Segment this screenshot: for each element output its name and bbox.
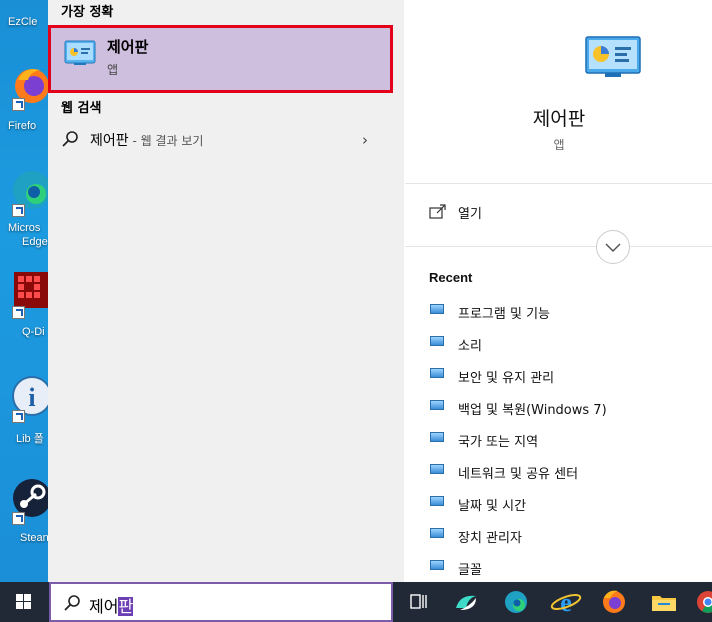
control-panel-small-icon: [430, 336, 444, 346]
desktop-icon-firefox[interactable]: Firefo: [0, 62, 48, 152]
desktop-icon-lib-folder[interactable]: i Lib 폴: [0, 374, 48, 464]
web-search-heading: 웹 검색: [61, 101, 102, 116]
search-icon: [64, 595, 80, 611]
shortcut-arrow-icon: [12, 512, 25, 525]
control-panel-icon: [64, 40, 96, 65]
start-button[interactable]: [0, 582, 48, 622]
recent-item-label: 프로그램 및 기능: [458, 307, 550, 322]
taskbar-file-explorer[interactable]: [644, 586, 684, 618]
recent-item[interactable]: 날짜 및 시간: [429, 492, 699, 514]
control-panel-small-icon: [430, 560, 444, 570]
expand-button[interactable]: [596, 230, 630, 264]
desktop-icon-steam[interactable]: Stean: [0, 476, 48, 566]
recent-item[interactable]: 국가 또는 지역: [429, 428, 699, 450]
svg-text:e: e: [560, 588, 572, 617]
edge-icon: [505, 591, 527, 613]
best-match-type: 앱: [107, 63, 119, 77]
search-results-panel: 가장 정확 제어판 앱 웹 검색 제어판 - 웹 결과 보기 ›: [48, 0, 404, 582]
detail-panel: 제어판 앱 열기 Recent 프로그램 및 기능 소리 보안 및 유지 관리 …: [405, 0, 712, 582]
control-panel-small-icon: [430, 304, 444, 314]
open-icon: [429, 204, 446, 219]
search-icon: [62, 131, 78, 147]
recent-item[interactable]: 네트워크 및 공유 센터: [429, 460, 699, 482]
taskbar-chrome[interactable]: [692, 586, 712, 618]
control-panel-small-icon: [430, 432, 444, 442]
recent-item-label: 백업 및 복원(Windows 7): [458, 403, 607, 418]
chevron-down-icon: [605, 243, 621, 253]
desktop-icon-label: Stean: [20, 532, 48, 544]
taskbar-edge[interactable]: [496, 586, 536, 618]
shortcut-arrow-icon: [12, 98, 25, 111]
divider: [405, 183, 712, 184]
recent-item-label: 글꼴: [458, 563, 482, 578]
desktop-icon-label: Lib 폴: [16, 433, 44, 445]
control-panel-small-icon: [430, 400, 444, 410]
control-panel-small-icon: [430, 368, 444, 378]
desktop-icon-edge[interactable]: Micros Edge: [0, 168, 48, 258]
firefox-icon: [603, 590, 625, 613]
recent-item-label: 국가 또는 지역: [458, 435, 539, 450]
search-box[interactable]: 제어판: [49, 582, 393, 622]
file-explorer-icon: [652, 596, 676, 611]
recent-item-label: 소리: [458, 339, 482, 354]
recent-heading: Recent: [429, 270, 473, 285]
search-composing-text: 판: [118, 597, 134, 616]
web-query-hint: - 웹 결과 보기: [128, 134, 204, 148]
taskbar-ie[interactable]: e: [546, 586, 586, 618]
desktop-icon-label: Firefo: [8, 120, 37, 132]
control-panel-large-icon: [585, 36, 641, 77]
control-panel-small-icon: [430, 528, 444, 538]
desktop-icon-label: Micros: [8, 222, 41, 234]
shortcut-arrow-icon: [12, 204, 25, 217]
search-input[interactable]: 제어판: [89, 593, 134, 617]
desktop-icon-label: Q-Di: [22, 326, 45, 338]
search-typed-text: 제어: [89, 597, 119, 616]
open-action[interactable]: 열기: [429, 200, 689, 224]
control-panel-small-icon: [430, 496, 444, 506]
control-panel-small-icon: [430, 464, 444, 474]
desktop-icon-q-dir[interactable]: Q-Di: [0, 270, 48, 360]
desktop-icon-label: EzCle: [8, 16, 38, 28]
shortcut-arrow-icon: [12, 306, 25, 319]
web-search-query: 제어판 - 웹 결과 보기: [90, 130, 203, 150]
recent-item-label: 네트워크 및 공유 센터: [458, 467, 579, 482]
task-view-icon: [410, 594, 427, 609]
desktop-icon-ezcleaner[interactable]: EzCle: [0, 0, 48, 30]
svg-text:i: i: [28, 383, 35, 412]
recent-item-label: 날짜 및 시간: [458, 499, 527, 514]
divider: [405, 246, 712, 247]
taskbar: 제어판 e: [0, 582, 712, 622]
recent-item[interactable]: 백업 및 복원(Windows 7): [429, 396, 699, 418]
windows-logo-icon: [16, 594, 31, 609]
desktop-icon-label-2: Edge: [22, 236, 48, 248]
app-icon: [456, 595, 476, 610]
detail-name: 제어판: [532, 108, 586, 130]
best-match-heading: 가장 정확: [61, 5, 114, 20]
recent-item[interactable]: 장치 관리자: [429, 524, 699, 546]
taskbar-app[interactable]: [446, 586, 486, 618]
recent-item[interactable]: 보안 및 유지 관리: [429, 364, 699, 386]
recent-item[interactable]: 소리: [429, 332, 699, 354]
recent-item[interactable]: 글꼴: [429, 556, 699, 578]
internet-explorer-icon: e: [550, 588, 582, 617]
shortcut-arrow-icon: [12, 410, 25, 423]
recent-item[interactable]: 프로그램 및 기능: [429, 300, 699, 322]
recent-item-label: 장치 관리자: [458, 531, 522, 546]
taskbar-firefox[interactable]: [594, 586, 634, 618]
web-search-item[interactable]: 제어판 - 웹 결과 보기 ›: [48, 124, 393, 154]
open-label: 열기: [458, 207, 482, 222]
best-match-name: 제어판: [107, 38, 149, 56]
detail-header: 제어판 앱: [405, 0, 712, 183]
recent-item-label: 보안 및 유지 관리: [458, 371, 555, 386]
detail-type: 앱: [553, 138, 565, 152]
task-view-button[interactable]: [398, 586, 438, 618]
web-query-text: 제어판: [90, 133, 129, 149]
best-match-item[interactable]: 제어판 앱: [48, 25, 393, 93]
chrome-icon: [697, 591, 712, 613]
desktop: EzCle Firefo Micros Edge Q-Di i Lib 폴 St…: [0, 0, 48, 582]
